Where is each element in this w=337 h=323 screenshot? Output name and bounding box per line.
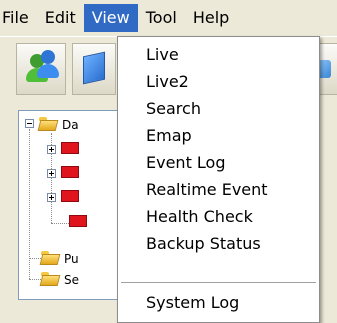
folder-icon	[39, 251, 61, 265]
folder-icon	[39, 272, 61, 286]
menu-view[interactable]: View	[83, 4, 138, 32]
tree-guide-line	[51, 223, 69, 224]
camera-icon	[61, 190, 79, 202]
menu-item-emap[interactable]: Emap	[118, 124, 319, 148]
menu-edit[interactable]: Edit	[37, 4, 84, 32]
tree-root-label[interactable]: Da	[62, 118, 79, 132]
menu-item-backup-status[interactable]: Backup Status	[118, 232, 319, 256]
camera-icon	[61, 166, 79, 178]
menu-item-event-log[interactable]: Event Log	[118, 151, 319, 175]
menu-item-live[interactable]: Live	[118, 43, 319, 67]
menu-item-realtime-event[interactable]: Realtime Event	[118, 178, 319, 202]
device-icon	[83, 51, 105, 85]
device-toolbar-button[interactable]	[72, 43, 116, 95]
camera-icon	[69, 215, 87, 227]
expand-icon[interactable]	[47, 193, 56, 202]
expand-icon[interactable]	[47, 169, 56, 178]
users-toolbar-button[interactable]	[16, 43, 66, 95]
menu-item-live2[interactable]: Live2	[118, 70, 319, 94]
tree-node-label[interactable]: Se	[64, 273, 79, 287]
menu-file[interactable]: File	[0, 4, 37, 32]
menu-bar: File Edit View Tool Help	[0, 0, 337, 36]
menu-separator	[121, 282, 316, 284]
menu-help[interactable]: Help	[185, 4, 237, 32]
tree-guide-line	[29, 279, 41, 280]
expand-icon[interactable]	[47, 145, 56, 154]
menu-item-health-check[interactable]: Health Check	[118, 205, 319, 229]
folder-icon	[37, 117, 59, 131]
menu-tool[interactable]: Tool	[138, 4, 185, 32]
camera-icon	[61, 142, 79, 154]
collapse-icon[interactable]	[25, 119, 34, 128]
tree-node-label[interactable]: Pu	[64, 252, 79, 266]
menu-item-system-log[interactable]: System Log	[118, 291, 319, 315]
view-menu-dropdown: Live Live2 Search Emap Event Log Realtim…	[117, 36, 320, 323]
menu-item-search[interactable]: Search	[118, 97, 319, 121]
tree-guide-line	[29, 258, 41, 259]
tree-guide-line	[29, 129, 30, 279]
